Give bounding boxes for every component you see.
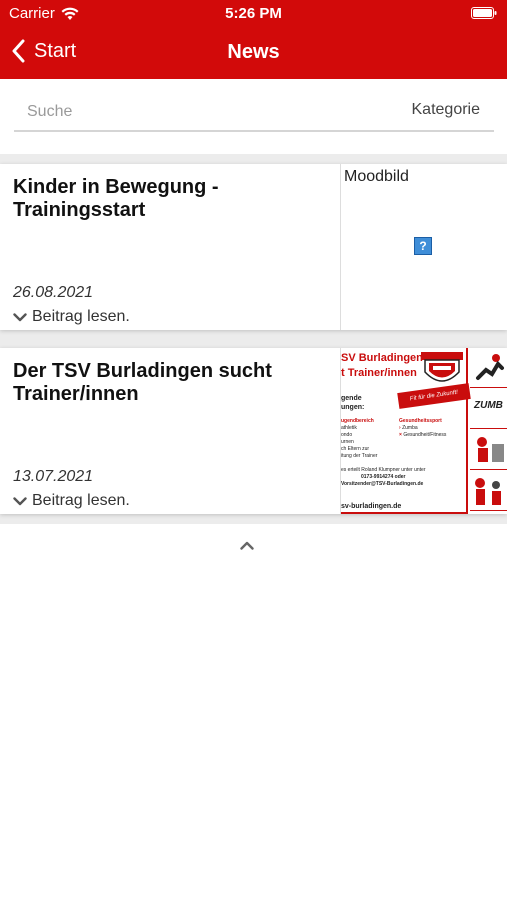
- app-header: Carrier 5:26 PM Start News: [0, 0, 507, 79]
- news-date: 13.07.2021: [13, 468, 94, 485]
- clock: 5:26 PM: [225, 5, 282, 22]
- poster-contact: es erteilt Roland Klumpner unter unter 0…: [341, 467, 426, 488]
- poster-column-youth: ugendbereich athletik ondo urnen ch Elte…: [341, 418, 377, 460]
- athlete-icon: [477, 437, 504, 462]
- chevron-down-icon: [13, 312, 27, 321]
- poster-line: athletik: [341, 425, 357, 431]
- search-bar: Kategorie: [14, 98, 494, 132]
- news-title: Kinder in Bewegung - Trainingsstart: [13, 176, 219, 221]
- poster-line: 0173-9914274 oder: [361, 474, 406, 480]
- status-bar: Carrier 5:26 PM: [0, 0, 507, 26]
- poster-line: × Gesundheit/Fitness: [399, 432, 447, 438]
- news-list: Kinder in Bewegung - Trainingsstart 26.0…: [0, 154, 507, 524]
- poster-line: ch Eltern zur: [341, 446, 370, 452]
- poster-column-health: Gesundheitssport › Zumba × Gesundheit/Fi…: [399, 418, 446, 439]
- poster-subheading-line: ungen:: [341, 404, 365, 411]
- read-more-label: Beitrag lesen.: [32, 492, 130, 509]
- poster-line: Vorsitzender@TSV-Burladingen.de: [341, 481, 424, 487]
- poster-tile: [470, 430, 507, 470]
- news-card[interactable]: Kinder in Bewegung - Trainingsstart 26.0…: [0, 164, 507, 330]
- search-input[interactable]: [14, 98, 344, 126]
- sports-photo-icon: [475, 478, 501, 505]
- poster-subheading: gende ungen:: [341, 394, 364, 412]
- news-date: 26.08.2021: [13, 284, 94, 301]
- battery-icon: [471, 7, 497, 19]
- poster-heading: t Trainer/innen: [341, 367, 417, 379]
- poster-url: sv-burladingen.de: [341, 503, 402, 510]
- poster-line: › Zumba: [399, 425, 418, 431]
- image-alt-text: Moodbild: [344, 168, 409, 185]
- poster-photo-strip: ZUMB: [470, 348, 507, 514]
- category-button[interactable]: Kategorie: [412, 101, 481, 119]
- news-image-poster: SV Burladingen t Trainer/innen gende ung…: [340, 348, 507, 514]
- read-more-button[interactable]: Beitrag lesen.: [13, 492, 130, 510]
- news-card[interactable]: Der TSV Burladingen sucht Trainer/innen …: [0, 348, 507, 514]
- read-more-label: Beitrag lesen.: [32, 308, 130, 325]
- poster-tile: ZUMB: [470, 389, 507, 429]
- navigation-bar: Start News: [0, 30, 507, 74]
- chevron-down-icon: [13, 496, 27, 505]
- poster-subheading-line: gende: [341, 395, 362, 402]
- news-card-text: Kinder in Bewegung - Trainingsstart 26.0…: [13, 176, 333, 326]
- news-title: Der TSV Burladingen sucht Trainer/innen: [13, 360, 272, 405]
- broken-image-icon: ?: [414, 237, 432, 255]
- poster-tile: [470, 471, 507, 511]
- poster-tile: [470, 348, 507, 388]
- chevron-up-icon[interactable]: [240, 541, 254, 550]
- poster-tile-text: ZUMB: [474, 400, 503, 411]
- poster-line: ondo: [341, 432, 353, 438]
- news-card-text: Der TSV Burladingen sucht Trainer/innen …: [13, 360, 333, 510]
- poster-line: es erteilt Roland Klumpner unter unter: [341, 467, 426, 473]
- poster-heading: SV Burladingen: [341, 352, 423, 364]
- news-image-placeholder: Moodbild ?: [340, 164, 507, 330]
- club-crest-icon: [421, 352, 463, 382]
- poster-line: itung der Trainer: [341, 453, 378, 459]
- poster-line: urnen: [341, 439, 354, 445]
- poster-column-title: Gesundheitssport: [399, 418, 442, 424]
- runner-icon: [476, 354, 504, 380]
- poster-column-title: ugendbereich: [341, 418, 374, 424]
- page-title: News: [227, 41, 280, 63]
- read-more-button[interactable]: Beitrag lesen.: [13, 308, 130, 326]
